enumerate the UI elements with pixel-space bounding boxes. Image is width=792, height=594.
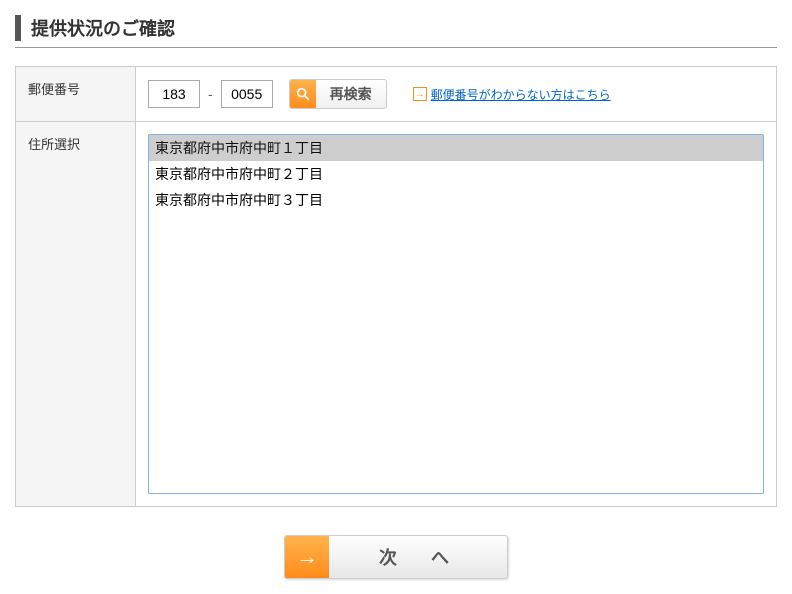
postal-cell: - 再検索 → 郵便番号がわからない方はこちら [136,67,777,122]
arrow-right-icon: → [285,536,329,578]
next-button-label: 次 へ [329,544,507,570]
search-icon [290,80,316,108]
postal-help-link[interactable]: 郵便番号がわからない方はこちら [431,86,611,103]
postal-separator: - [208,86,213,102]
postal-label: 郵便番号 [16,67,136,122]
address-label: 住所選択 [16,122,136,507]
list-item[interactable]: 東京都府中市府中町１丁目 [149,135,763,161]
address-cell: 東京都府中市府中町１丁目 東京都府中市府中町２丁目 東京都府中市府中町３丁目 [136,122,777,507]
list-item[interactable]: 東京都府中市府中町３丁目 [149,187,763,213]
list-item[interactable]: 東京都府中市府中町２丁目 [149,161,763,187]
address-row: 住所選択 東京都府中市府中町１丁目 東京都府中市府中町２丁目 東京都府中市府中町… [16,122,777,507]
search-button-label: 再検索 [316,84,386,104]
postal1-input[interactable] [148,80,200,108]
form-table: 郵便番号 - 再検索 → 郵便番号がわからない方はこち [15,66,777,507]
page-title: 提供状況のご確認 [15,15,777,41]
title-divider [15,47,777,48]
postal2-input[interactable] [221,80,273,108]
next-button[interactable]: → 次 へ [284,535,508,579]
address-select[interactable]: 東京都府中市府中町１丁目 東京都府中市府中町２丁目 東京都府中市府中町３丁目 [148,134,764,494]
search-button[interactable]: 再検索 [289,79,387,109]
arrow-right-icon: → [413,87,427,101]
postal-row: 郵便番号 - 再検索 → 郵便番号がわからない方はこち [16,67,777,122]
